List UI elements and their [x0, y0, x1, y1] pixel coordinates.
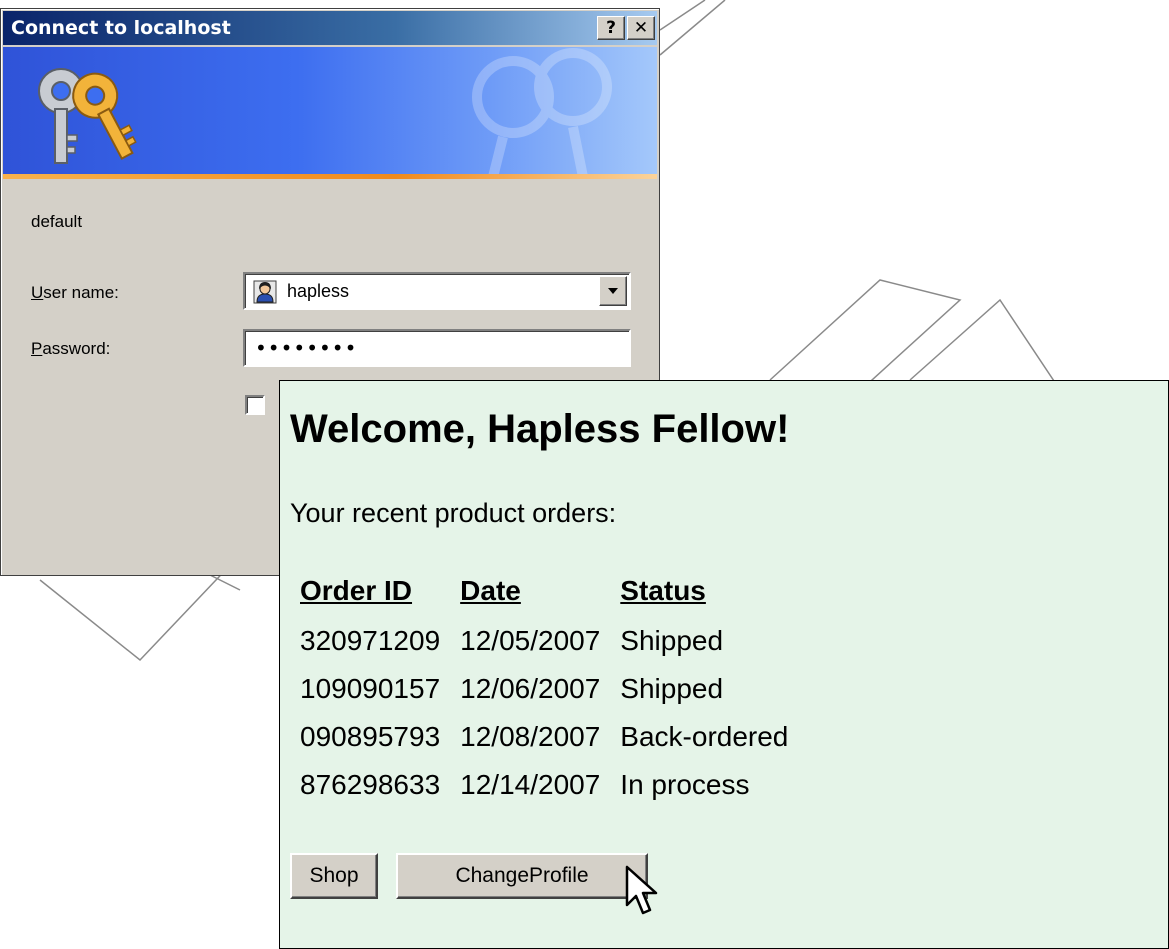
order-id-cell: 090895793	[300, 721, 441, 752]
order-status-cell: Back-ordered	[620, 721, 789, 752]
close-button[interactable]: ✕	[627, 16, 655, 40]
order-id-cell: 320971209	[300, 625, 441, 656]
table-row: 320971209 12/05/2007 Shipped	[300, 617, 808, 665]
watermark-keys-icon	[472, 48, 612, 177]
order-date-cell: 12/06/2007	[460, 673, 601, 704]
mouse-cursor-icon	[625, 865, 658, 915]
orders-table: Order ID Date Status 320971209 12/05/200…	[300, 571, 808, 809]
order-id-cell: 876298633	[300, 769, 441, 800]
password-input[interactable]: ••••••••	[243, 329, 631, 367]
password-label-accel: P	[31, 339, 43, 358]
table-row: 090895793 12/08/2007 Back-ordered	[300, 713, 808, 761]
password-label-rest: assword:	[42, 339, 111, 358]
dialog-title: Connect to localhost	[11, 17, 231, 39]
username-combobox[interactable]: hapless	[243, 272, 631, 310]
welcome-page: Welcome, Hapless Fellow! Your recent pro…	[279, 380, 1169, 949]
order-date-cell: 12/14/2007	[460, 769, 601, 800]
orders-intro-text: Your recent product orders:	[290, 498, 617, 528]
column-header-date: Date	[460, 575, 521, 606]
change-profile-button[interactable]: ChangeProfile	[396, 853, 648, 899]
banner-stripe	[3, 174, 657, 179]
order-status-cell: In process	[620, 769, 750, 800]
order-status-cell: Shipped	[620, 673, 724, 704]
column-header-status: Status	[620, 575, 706, 606]
password-mask: ••••••••	[255, 336, 358, 360]
dialog-titlebar[interactable]: Connect to localhost ? ✕	[3, 11, 657, 45]
orders-header-row: Order ID Date Status	[300, 571, 808, 617]
username-value: hapless	[287, 281, 350, 301]
order-id-cell: 109090157	[300, 673, 441, 704]
username-dropdown-button[interactable]	[599, 276, 627, 306]
dropdown-arrow-icon	[608, 288, 618, 294]
table-row: 109090157 12/06/2007 Shipped	[300, 665, 808, 713]
realm-text: default	[31, 212, 83, 231]
dialog-banner	[3, 47, 657, 179]
user-icon	[253, 280, 277, 304]
help-button[interactable]: ?	[597, 16, 625, 40]
order-status-cell: Shipped	[620, 625, 724, 656]
username-label-rest: ser name:	[43, 283, 119, 302]
keys-icon	[38, 68, 137, 164]
table-row: 876298633 12/14/2007 In process	[300, 761, 808, 809]
shop-button[interactable]: Shop	[290, 853, 378, 899]
remember-password-checkbox[interactable]	[245, 395, 265, 415]
order-date-cell: 12/08/2007	[460, 721, 601, 752]
welcome-heading: Welcome, Hapless Fellow!	[290, 407, 790, 451]
password-label: Password:	[31, 339, 110, 359]
username-label-accel: U	[31, 283, 44, 302]
username-label: User name:	[31, 283, 119, 303]
column-header-order-id: Order ID	[300, 575, 413, 606]
order-date-cell: 12/05/2007	[460, 625, 601, 656]
